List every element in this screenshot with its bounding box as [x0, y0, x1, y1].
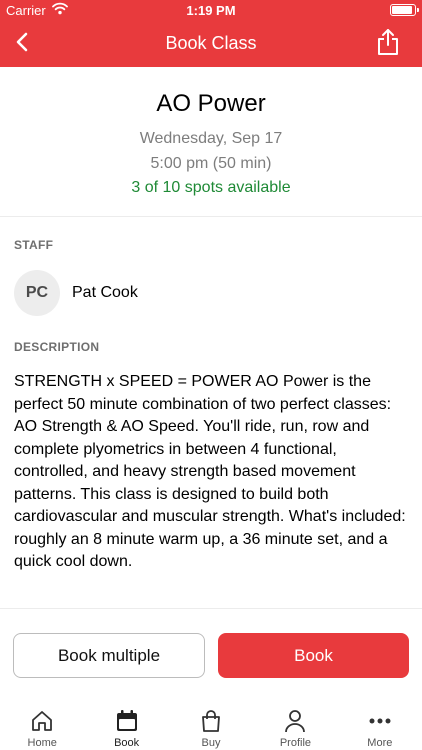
availability-text: 3 of 10 spots available: [131, 179, 291, 196]
staff-name: Pat Cook: [72, 284, 138, 301]
tab-profile[interactable]: Profile: [253, 700, 337, 750]
class-description: STRENGTH x SPEED = POWER AO Power is the…: [14, 373, 406, 570]
share-button[interactable]: [374, 27, 402, 57]
page-title: Book Class: [165, 33, 257, 53]
tab-more[interactable]: More: [338, 700, 422, 750]
shopping-bag-icon: [202, 710, 220, 732]
staff-section-label: STAFF: [14, 238, 54, 252]
tab-book[interactable]: Book: [84, 700, 168, 750]
class-time: 5:00 pm (50 min): [150, 155, 272, 172]
tab-book-label: Book: [114, 737, 140, 749]
tab-more-label: More: [367, 737, 393, 749]
calendar-icon: [116, 710, 137, 731]
class-title: AO Power: [156, 90, 266, 117]
book-multiple-button[interactable]: Book multiple: [13, 633, 205, 678]
share-icon: [378, 29, 398, 55]
app-header: Carrier 1:19 PM Book Class: [0, 0, 422, 67]
class-summary: AO Power Wednesday, Sep 17 5:00 pm (50 m…: [0, 67, 422, 217]
tab-home[interactable]: Home: [0, 700, 84, 750]
more-dots-icon: [369, 718, 391, 724]
battery-icon: [390, 4, 419, 16]
book-button[interactable]: Book: [218, 633, 409, 678]
status-time: 1:19 PM: [186, 3, 236, 18]
person-icon: [285, 710, 306, 733]
tab-profile-label: Profile: [279, 737, 312, 749]
tab-buy[interactable]: Buy: [169, 700, 253, 750]
tab-home-label: Home: [27, 737, 57, 749]
home-icon: [32, 711, 53, 731]
status-bar: Carrier 1:19 PM: [0, 0, 422, 20]
tab-bar: Home Book Buy Profile More: [0, 700, 422, 750]
class-date: Wednesday, Sep 17: [139, 130, 283, 147]
description-section-label: DESCRIPTION: [14, 340, 100, 354]
tab-buy-label: Buy: [201, 737, 221, 749]
avatar: PC: [14, 270, 60, 316]
staff-row[interactable]: PC Pat Cook: [14, 270, 408, 316]
divider: [0, 608, 422, 609]
